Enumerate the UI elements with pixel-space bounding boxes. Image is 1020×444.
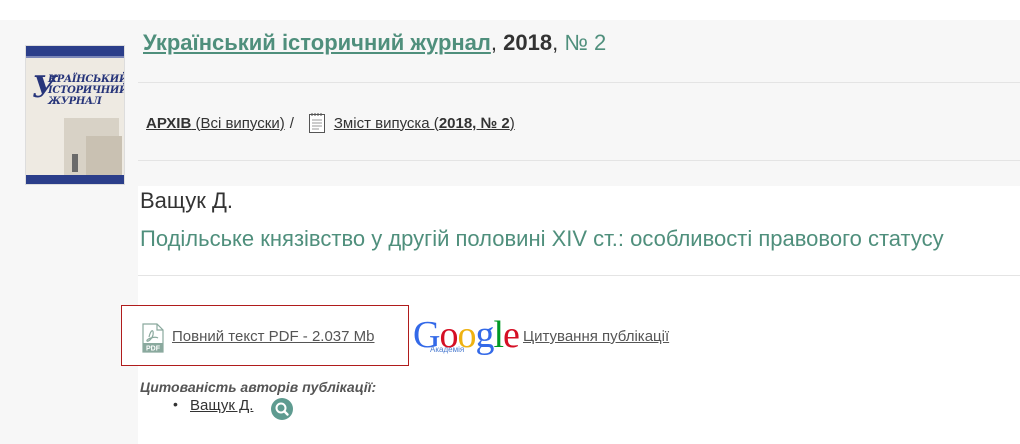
contents-suffix: ) [509,114,515,132]
cover-graphic-block [86,136,122,180]
cited-authors-label: Цитованість авторів публікації: [140,379,377,395]
cover-top-line [26,56,124,58]
cited-author-link[interactable]: Ващук Д. [190,397,253,414]
article-author: Ващук Д. [140,188,234,213]
divider [138,275,1020,276]
article-title: Подільське князівство у другій половині … [140,226,944,251]
cover-title-line-1: КРАЇНСЬКИЙ [48,74,125,85]
cover-top-band [26,46,124,56]
fulltext-pdf-link[interactable]: Повний текст PDF - 2.037 Mb [172,328,375,345]
pdf-file-icon[interactable]: PDF [142,323,164,353]
search-icon[interactable] [271,398,293,420]
breadcrumb: АРХІВ (Всі випуски) / Зміст випуска (201… [146,112,515,134]
archive-link-bold: АРХІВ [146,114,192,132]
google-logo-letter: l [493,314,504,356]
archive-link-rest: (Всі випуски) [191,114,285,132]
list-bullet: • [173,396,178,412]
google-scholar-subtitle: Академія [430,345,465,354]
comma: , [552,30,559,55]
issue-contents-link[interactable]: Зміст випуска (2018, № 2) [334,115,515,132]
archive-link[interactable]: АРХІВ (Всі випуски) [146,115,285,132]
breadcrumb-separator: / [289,114,294,132]
divider [138,160,1020,161]
divider [138,82,1020,83]
google-logo-letter: g [475,314,494,356]
journal-title-link[interactable]: Український історичний журнал [143,30,491,55]
journal-issue-link[interactable]: № 2 [564,30,606,55]
google-scholar-logo[interactable]: Google [413,314,520,356]
journal-cover-image[interactable]: У КРАЇНСЬКИЙ ІСТОРИЧНИЙ ЖУРНАЛ [25,45,125,185]
pdf-icon-label: PDF [146,346,161,353]
google-logo-letter: e [503,314,520,356]
citation-link[interactable]: Цитування публікації [523,328,669,345]
cover-bottom-band [26,175,124,184]
comma: , [490,30,497,55]
cover-title-line-3: ЖУРНАЛ [48,96,102,107]
cover-statue-figure [72,154,78,172]
cover-title-line-2: ІСТОРИЧНИЙ [48,85,125,96]
document-icon [308,112,326,134]
journal-year: 2018 [503,30,553,55]
contents-prefix: Зміст випуска ( [333,114,439,132]
contents-issue-bold: 2018, № 2 [438,114,510,132]
journal-header: Український історичний журнал, 2018, № 2 [143,30,606,56]
